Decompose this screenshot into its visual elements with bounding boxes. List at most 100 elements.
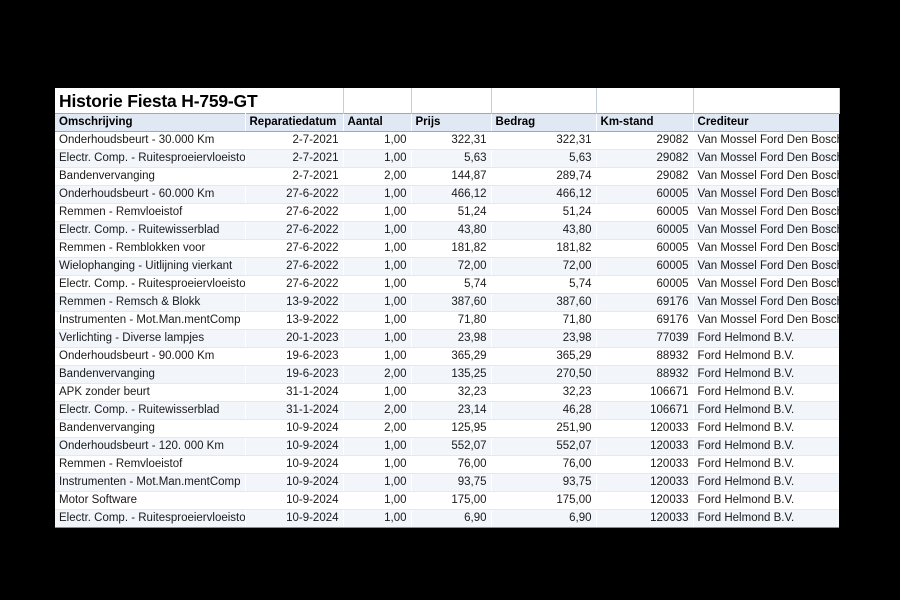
cell-crediteur: Van Mossel Ford Den Bosch [692, 221, 840, 240]
cell-crediteur: Van Mossel Ford Den Bosch [692, 293, 840, 312]
table-row[interactable]: Remmen - Remvloeistof 27-6-2022 1,00 51,24 5… [55, 203, 840, 222]
column-header-km_stand[interactable]: Km-stand [595, 112, 694, 132]
table-row[interactable]: Motor Software 10-9-2024 1,00 175,00 175,00 1… [55, 491, 840, 510]
column-header-prijs[interactable]: Prijs [410, 112, 492, 132]
cell-omschrijving: Electr. Comp. - Ruitesproeiervloeistof [55, 275, 246, 294]
cell-reparatiedatum: 27-6-2022 [244, 239, 344, 258]
cell-omschrijving: Bandenvervanging [55, 167, 246, 186]
table-row[interactable]: Bandenvervanging 10-9-2024 2,00 125,95 251,9… [55, 419, 840, 438]
cell-km_stand: 88932 [595, 347, 694, 366]
cell-bedrag: 5,63 [490, 149, 597, 168]
cell-bedrag: 51,24 [490, 203, 597, 222]
table-row[interactable]: Remmen - Remvloeistof 10-9-2024 1,00 76,00 7… [55, 455, 840, 474]
table-row[interactable]: Verlichting - Diverse lampjes 20-1-2023 1,… [55, 329, 840, 348]
cell-crediteur: Ford Helmond B.V. [692, 329, 840, 348]
cell-prijs: 72,00 [410, 257, 492, 276]
cell-aantal: 2,00 [342, 167, 412, 186]
table-row[interactable]: Onderhoudsbeurt - 60.000 Km 27-6-2022 1,00… [55, 185, 840, 204]
table-row[interactable]: Remmen - Remblokken voor 27-6-2022 1,00 181… [55, 239, 840, 258]
cell-reparatiedatum: 31-1-2024 [244, 401, 344, 420]
column-header-omschrijving[interactable]: Omschrijving [55, 112, 246, 132]
cell-omschrijving: Electr. Comp. - Ruitesproeiervloeistof [55, 149, 246, 168]
cell-prijs: 76,00 [410, 455, 492, 474]
cell-bedrag: 71,80 [490, 311, 597, 330]
table-row[interactable]: Instrumenten - Mot.Man.mentComp 13-9-2022… [55, 311, 840, 330]
cell-km_stand: 120033 [595, 509, 694, 528]
cell-reparatiedatum: 27-6-2022 [244, 257, 344, 276]
cell-bedrag: 72,00 [490, 257, 597, 276]
table-row[interactable]: Onderhoudsbeurt - 90.000 Km 19-6-2023 1,00… [55, 347, 840, 366]
cell-reparatiedatum: 10-9-2024 [244, 491, 344, 510]
cell-km_stand: 120033 [595, 437, 694, 456]
cell-bedrag: 23,98 [490, 329, 597, 348]
cell-crediteur: Van Mossel Ford Den Bosch [692, 275, 840, 294]
cell-crediteur: Van Mossel Ford Den Bosch [692, 149, 840, 168]
cell-omschrijving: Instrumenten - Mot.Man.mentComp [55, 311, 246, 330]
cell-reparatiedatum: 31-1-2024 [244, 383, 344, 402]
table-row[interactable]: Instrumenten - Mot.Man.mentComp 10-9-2024… [55, 473, 840, 492]
report-title-row: Historie Fiesta H-759-GT [55, 88, 840, 113]
cell-km_stand: 120033 [595, 491, 694, 510]
cell-km_stand: 60005 [595, 221, 694, 240]
cell-km_stand: 69176 [595, 311, 694, 330]
table-row[interactable]: Electr. Comp. - Ruitesproeiervloeistof 2-… [55, 149, 840, 168]
cell-km_stand: 120033 [595, 473, 694, 492]
title-spacer-cell-2 [410, 88, 492, 113]
table-row[interactable]: Bandenvervanging 2-7-2021 2,00 144,87 289,74… [55, 167, 840, 186]
cell-km_stand: 29082 [595, 167, 694, 186]
column-header-aantal[interactable]: Aantal [342, 112, 412, 132]
cell-aantal: 1,00 [342, 131, 412, 150]
cell-bedrag: 552,07 [490, 437, 597, 456]
cell-prijs: 5,74 [410, 275, 492, 294]
table-row[interactable]: Onderhoudsbeurt - 120. 000 Km 10-9-2024 1,… [55, 437, 840, 456]
cell-km_stand: 60005 [595, 239, 694, 258]
cell-crediteur: Ford Helmond B.V. [692, 401, 840, 420]
cell-bedrag: 251,90 [490, 419, 597, 438]
cell-crediteur: Ford Helmond B.V. [692, 347, 840, 366]
title-spacer-cell-5 [692, 88, 840, 113]
column-header-crediteur[interactable]: Crediteur [692, 112, 840, 132]
cell-prijs: 322,31 [410, 131, 492, 150]
table-row[interactable]: Bandenvervanging 19-6-2023 2,00 135,25 270,5… [55, 365, 840, 384]
cell-aantal: 1,00 [342, 239, 412, 258]
cell-omschrijving: Bandenvervanging [55, 419, 246, 438]
cell-omschrijving: Motor Software [55, 491, 246, 510]
column-header-row: Omschrijving Reparatiedatum Aantal Prijs Bed… [55, 112, 840, 132]
cell-prijs: 51,24 [410, 203, 492, 222]
column-header-reparatiedatum[interactable]: Reparatiedatum [244, 112, 344, 132]
title-spacer-cell-4 [595, 88, 694, 113]
cell-omschrijving: Electr. Comp. - Ruitewisserblad [55, 221, 246, 240]
table-row[interactable]: APK zonder beurt 31-1-2024 1,00 32,23 32,23 1… [55, 383, 840, 402]
cell-omschrijving: Onderhoudsbeurt - 120. 000 Km [55, 437, 246, 456]
cell-bedrag: 5,74 [490, 275, 597, 294]
cell-reparatiedatum: 10-9-2024 [244, 509, 344, 528]
table-row[interactable]: Remmen - Remsch & Blokk 13-9-2022 1,00 387,… [55, 293, 840, 312]
cell-reparatiedatum: 2-7-2021 [244, 167, 344, 186]
column-header-bedrag[interactable]: Bedrag [490, 112, 597, 132]
vehicle-history-table: Historie Fiesta H-759-GT Omschrijving Rep… [55, 88, 840, 528]
table-row[interactable]: Electr. Comp. - Ruitewisserblad 27-6-2022… [55, 221, 840, 240]
cell-prijs: 93,75 [410, 473, 492, 492]
cell-prijs: 43,80 [410, 221, 492, 240]
report-title-cell: Historie Fiesta H-759-GT [55, 88, 344, 113]
cell-bedrag: 322,31 [490, 131, 597, 150]
cell-bedrag: 93,75 [490, 473, 597, 492]
cell-km_stand: 60005 [595, 275, 694, 294]
cell-prijs: 144,87 [410, 167, 492, 186]
cell-crediteur: Van Mossel Ford Den Bosch [692, 185, 840, 204]
table-row[interactable]: Onderhoudsbeurt - 30.000 Km 2-7-2021 1,00 3… [55, 131, 840, 150]
table-row[interactable]: Electr. Comp. - Ruitesproeiervloeistof 10… [55, 509, 840, 528]
cell-prijs: 466,12 [410, 185, 492, 204]
cell-crediteur: Van Mossel Ford Den Bosch [692, 311, 840, 330]
cell-reparatiedatum: 10-9-2024 [244, 419, 344, 438]
cell-omschrijving: Onderhoudsbeurt - 30.000 Km [55, 131, 246, 150]
cell-prijs: 365,29 [410, 347, 492, 366]
cell-km_stand: 77039 [595, 329, 694, 348]
cell-aantal: 1,00 [342, 185, 412, 204]
cell-km_stand: 106671 [595, 401, 694, 420]
table-row[interactable]: Electr. Comp. - Ruitewisserblad 31-1-2024… [55, 401, 840, 420]
page-title: Historie Fiesta H-759-GT [59, 90, 258, 111]
table-row[interactable]: Electr. Comp. - Ruitesproeiervloeistof 27… [55, 275, 840, 294]
table-row[interactable]: Wielophanging - Uitlijning vierkant 27-6-… [55, 257, 840, 276]
cell-crediteur: Ford Helmond B.V. [692, 473, 840, 492]
